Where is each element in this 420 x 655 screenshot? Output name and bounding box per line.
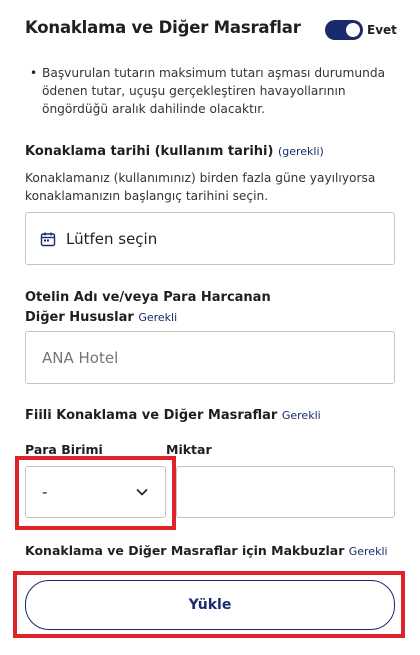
required-badge: (gerekli) (277, 145, 324, 158)
receipts-label-text: Konaklama ve Diğer Masraflar için Makbuz… (25, 543, 345, 558)
amount-input[interactable] (176, 466, 395, 518)
bullet-icon: • (30, 66, 38, 80)
toggle-knob (346, 23, 360, 37)
upload-button[interactable]: Yükle (25, 580, 395, 630)
currency-value: - (42, 483, 48, 501)
chevron-down-icon (136, 488, 148, 496)
section-title: Konaklama ve Diğer Masraflar (25, 18, 301, 37)
accommodation-date-label: Konaklama tarihi (kullanım tarihi) (gere… (25, 142, 405, 162)
required-badge: Gerekli (138, 311, 178, 324)
evet-toggle[interactable] (325, 20, 363, 40)
accommodation-date-picker[interactable]: Lütfen seçin (25, 212, 395, 265)
hotel-label: Otelin Adı ve/veya Para Harcanan Diğer H… (25, 288, 305, 328)
calendar-icon (40, 232, 56, 246)
toggle-group: Evet (325, 20, 397, 40)
info-note: • Başvurulan tutarın maksimum tutarı aşm… (30, 64, 410, 118)
accommodation-date-help: Konaklamanız (kullanımınız) birden fazla… (25, 171, 376, 203)
expenses-label-text: Fiili Konaklama ve Diğer Masraflar (25, 408, 278, 423)
hotel-input[interactable] (25, 331, 395, 384)
accommodation-date-label-text: Konaklama tarihi (kullanım tarihi) (25, 144, 274, 159)
info-note-text: Başvurulan tutarın maksimum tutarı aşmas… (42, 66, 386, 116)
required-badge: Gerekli (281, 409, 321, 422)
receipts-label: Konaklama ve Diğer Masraflar için Makbuz… (25, 541, 410, 562)
required-badge: Gerekli (348, 545, 388, 558)
expenses-label: Fiili Konaklama ve Diğer Masraflar Gerek… (25, 406, 405, 426)
accommodation-date-value: Lütfen seçin (66, 229, 158, 248)
currency-select[interactable]: - (25, 466, 166, 518)
toggle-label: Evet (367, 23, 397, 37)
